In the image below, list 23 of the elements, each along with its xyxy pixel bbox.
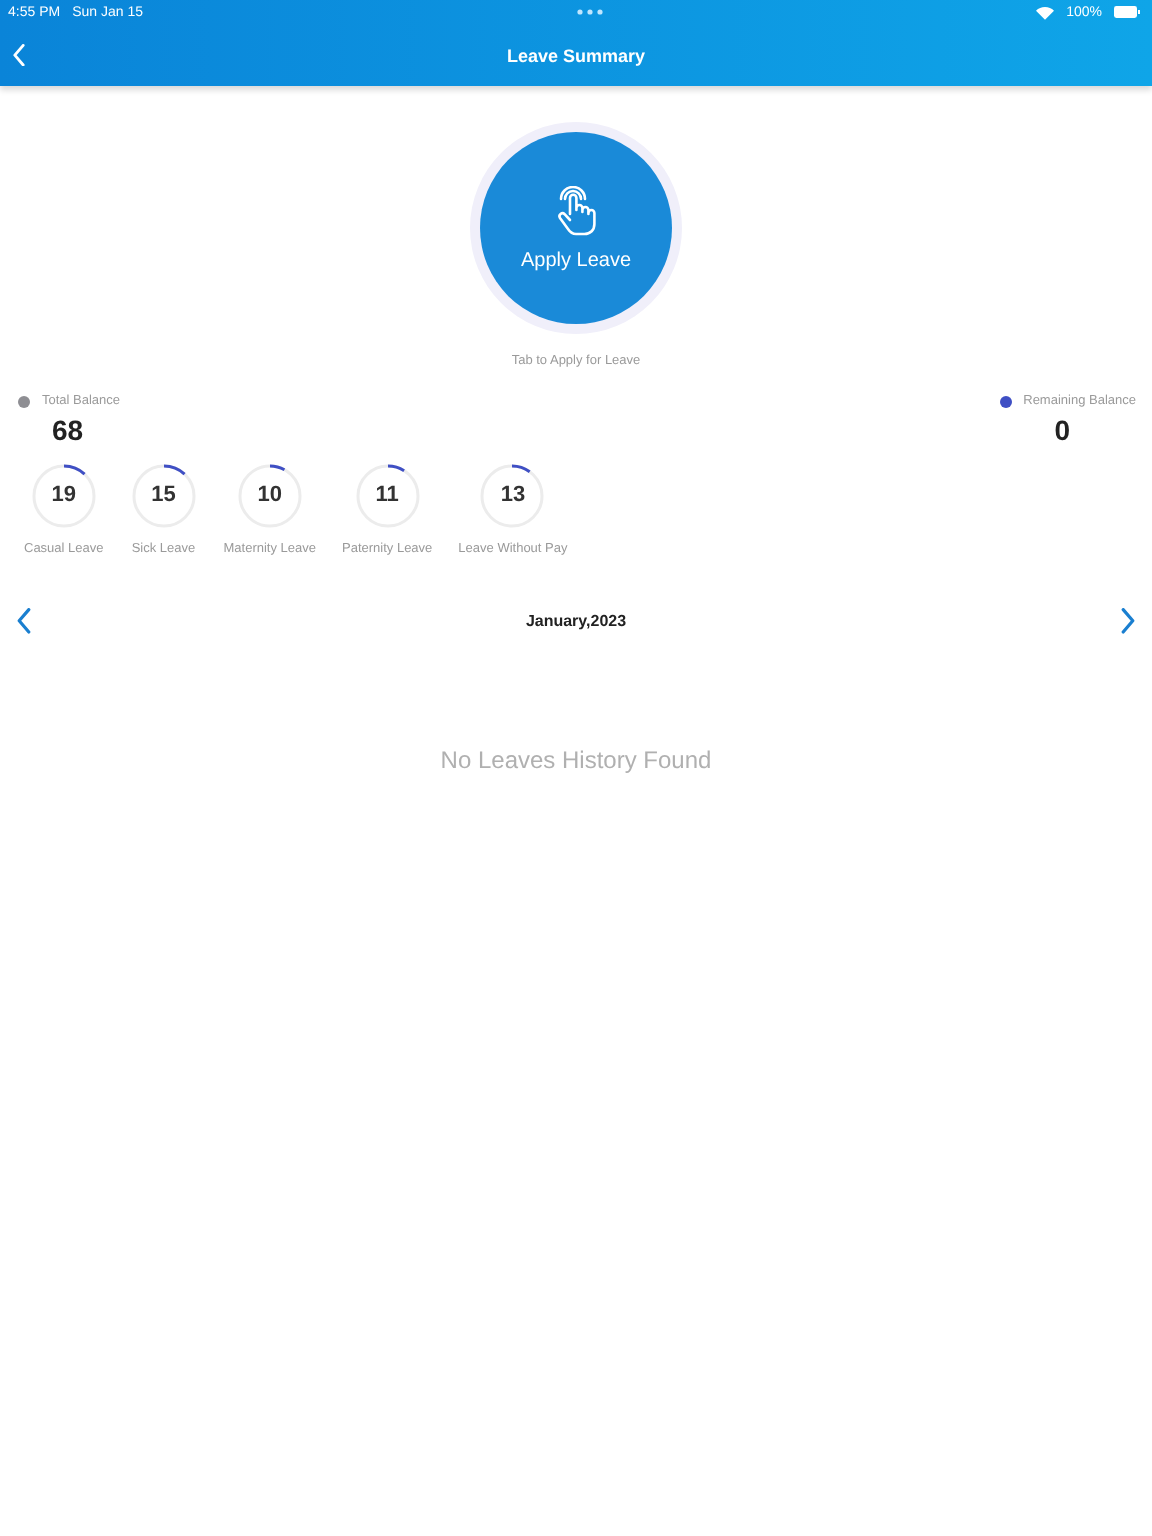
progress-ring	[478, 462, 547, 530]
leave-count: 13	[500, 485, 526, 507]
leave-count: 19	[51, 485, 76, 507]
back-icon	[12, 43, 26, 67]
leave-count: 11	[375, 485, 399, 507]
balance-value: 0	[1054, 414, 1070, 446]
apply-leave-button[interactable]: Apply Leave	[480, 132, 672, 324]
progress-ring	[353, 462, 422, 530]
leave-count: 15	[151, 485, 176, 507]
leave-count: 10	[257, 485, 282, 507]
page-title: Leave Summary	[506, 45, 646, 65]
pointing-hand-icon	[554, 185, 598, 237]
wifi-icon	[1036, 5, 1055, 19]
empty-message: No Leaves History Found	[438, 745, 714, 774]
month-label: January,2023	[525, 611, 627, 630]
multitasking-icon[interactable]	[575, 8, 604, 16]
chevron-right-icon	[1119, 608, 1136, 634]
progress-ring	[235, 462, 304, 530]
chevron-left-icon	[16, 608, 32, 634]
balance-value: 68	[52, 414, 84, 446]
progress-ring	[29, 462, 98, 530]
battery-icon	[1114, 6, 1140, 18]
progress-ring	[129, 462, 198, 530]
